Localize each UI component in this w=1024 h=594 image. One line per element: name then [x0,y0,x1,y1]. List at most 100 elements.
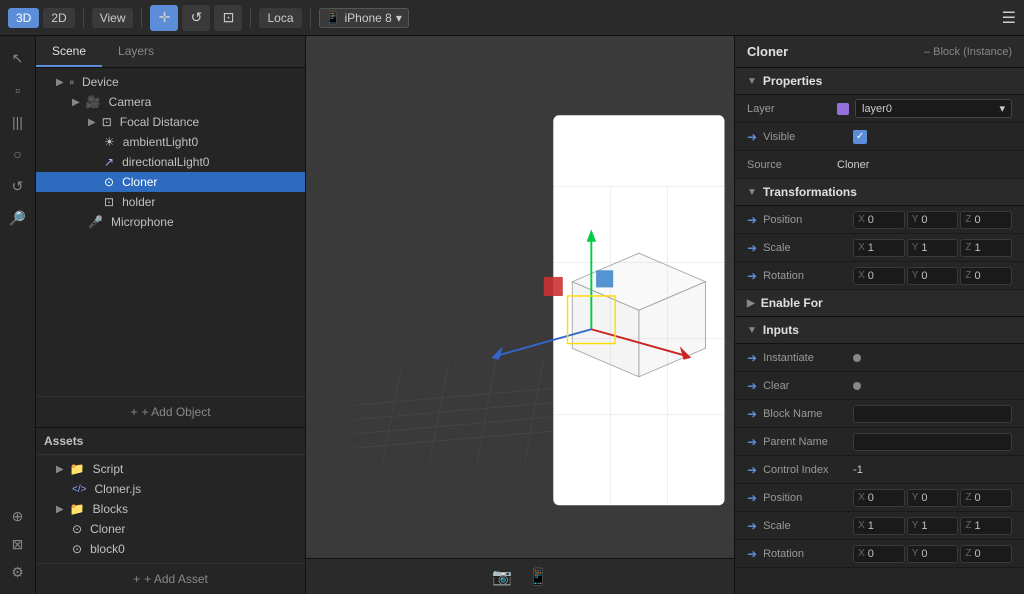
left-icon-cursor[interactable]: ↖ [4,44,32,72]
parent-name-input[interactable] [853,433,1012,451]
separator-4 [310,8,311,28]
separator-1 [83,8,84,28]
btn-rotate[interactable]: ↺ [182,5,210,31]
scale2-z-label: Z [965,520,971,531]
section-inputs[interactable]: ▼ Inputs [735,317,1024,344]
scale1-arrow-icon: ➜ [747,241,757,255]
left-icon-search[interactable]: 🔎 [4,204,32,232]
btn-view[interactable]: View [92,8,134,28]
add-object-icon: + [130,405,137,419]
scene-tree: ▶ ▫ Device ▶ 🎥 Camera ▶ ⊡ Focal Distance… [36,68,305,396]
tree-item-cloner-asset[interactable]: ⊙ Cloner [36,519,305,539]
rot1-z-value: 0 [974,270,1007,282]
tree-item-ambientlight[interactable]: ☀ ambientLight0 [36,132,305,152]
section-properties-label: Properties [763,74,822,88]
scale1-z-field[interactable]: Z 1 [960,239,1012,257]
prop-row-scale1: ➜ Scale X 1 Y 1 Z 1 [735,234,1024,262]
hamburger-button[interactable]: ☰ [1002,8,1016,28]
icon-script: 📁 [70,462,85,476]
left-icon-refresh[interactable]: ↺ [4,172,32,200]
scale1-z-value: 1 [974,242,1007,254]
block-name-value [853,405,1012,423]
left-icon-add[interactable]: ⊕ [4,502,32,530]
position1-xyz: X 0 Y 0 Z 0 [853,211,1012,229]
scale1-y-field[interactable]: Y 1 [907,239,959,257]
separator-2 [141,8,142,28]
viewport[interactable]: 📷 📱 [306,36,734,594]
tree-item-cloner[interactable]: ⊙ Cloner [36,172,305,192]
icon-holder: ⊡ [104,195,114,209]
position1-arrow-icon: ➜ [747,213,757,227]
tree-item-script[interactable]: ▶ 📁 Script [36,459,305,479]
left-icon-grid[interactable]: ||| [4,108,32,136]
left-icon-gear[interactable]: ⚙ [4,558,32,586]
add-object-button[interactable]: + + Add Object [36,396,305,427]
tree-item-microphone[interactable]: 🎤 Microphone [36,212,305,232]
prop-row-parent-name: ➜ Parent Name [735,428,1024,456]
position1-z-field[interactable]: Z 0 [960,211,1012,229]
section-properties[interactable]: ▼ Properties [735,68,1024,95]
tree-item-holder[interactable]: ⊡ holder [36,192,305,212]
rotation2-x-field[interactable]: X 0 [853,545,905,563]
tree-item-camera[interactable]: ▶ 🎥 Camera [36,92,305,112]
source-value: Cloner [837,159,1012,171]
layer-label: Layer [747,103,837,115]
position2-y-field[interactable]: Y 0 [907,489,959,507]
rot1-x-label: X [858,270,865,281]
left-icon-square[interactable]: ▫ [4,76,32,104]
position1-y-field[interactable]: Y 0 [907,211,959,229]
top-bar-right: ☰ [1002,8,1016,28]
scale2-y-field[interactable]: Y 1 [907,517,959,535]
tree-item-device[interactable]: ▶ ▫ Device [36,72,305,92]
left-icon-minus[interactable]: ⊠ [4,530,32,558]
viewport-camera-button[interactable]: 📷 [492,567,512,587]
visible-checkbox[interactable]: ✓ [853,130,867,144]
rot2-y-label: Y [912,548,919,559]
pos1-y-value: 0 [921,214,953,226]
tab-layers[interactable]: Layers [102,36,170,67]
position1-x-field[interactable]: X 0 [853,211,905,229]
section-enable-for[interactable]: ▶ Enable For [735,290,1024,317]
layer-select[interactable]: layer0 ▾ [837,99,1012,118]
parent-name-value [853,433,1012,451]
prop-row-source: Source Cloner [735,151,1024,179]
section-transformations[interactable]: ▼ Transformations [735,179,1024,206]
rotation2-y-field[interactable]: Y 0 [907,545,959,563]
scale2-x-field[interactable]: X 1 [853,517,905,535]
left-icon-circle[interactable]: ○ [4,140,32,168]
rotation1-y-field[interactable]: Y 0 [907,267,959,285]
position2-x-field[interactable]: X 0 [853,489,905,507]
label-ambientlight: ambientLight0 [123,135,198,149]
scale2-z-field[interactable]: Z 1 [960,517,1012,535]
tree-item-directionallight[interactable]: ↗ directionalLight0 [36,152,305,172]
btn-2d[interactable]: 2D [43,8,74,28]
prop-row-position1: ➜ Position X 0 Y 0 Z 0 [735,206,1024,234]
tree-item-block0[interactable]: ⊙ block0 [36,539,305,559]
rotation2-z-field[interactable]: Z 0 [960,545,1012,563]
separator-3 [250,8,251,28]
tab-scene[interactable]: Scene [36,36,102,67]
rotation1-z-field[interactable]: Z 0 [960,267,1012,285]
rotation1-x-field[interactable]: X 0 [853,267,905,285]
btn-scale[interactable]: ⊡ [214,5,242,31]
btn-loc[interactable]: Loca [259,8,301,28]
tree-item-cloner-js[interactable]: </> Cloner.js [36,479,305,499]
viewport-device-button[interactable]: 📱 [528,567,548,587]
layer-dropdown[interactable]: layer0 ▾ [855,99,1012,118]
scale1-x-field[interactable]: X 1 [853,239,905,257]
position2-z-field[interactable]: Z 0 [960,489,1012,507]
properties-panel: Cloner – Block (Instance) ▼ Properties L… [734,36,1024,594]
btn-transform[interactable]: ✛ [150,5,178,31]
properties-subtitle: – Block (Instance) [924,46,1012,58]
parent-name-label: Parent Name [763,436,853,448]
block-name-input[interactable] [853,405,1012,423]
left-icons-bottom: ⊕ ⊠ ⚙ [4,502,32,586]
scale1-x-label: X [858,242,865,253]
device-selector[interactable]: 📱 iPhone 8 ▾ [319,8,409,28]
prop-row-instantiate: ➜ Instantiate [735,344,1024,372]
tree-item-blocks[interactable]: ▶ 📁 Blocks [36,499,305,519]
btn-3d[interactable]: 3D [8,8,39,28]
icon-focal: ⊡ [102,115,112,129]
tree-item-focal[interactable]: ▶ ⊡ Focal Distance [36,112,305,132]
add-asset-button[interactable]: + + Add Asset [36,563,305,594]
